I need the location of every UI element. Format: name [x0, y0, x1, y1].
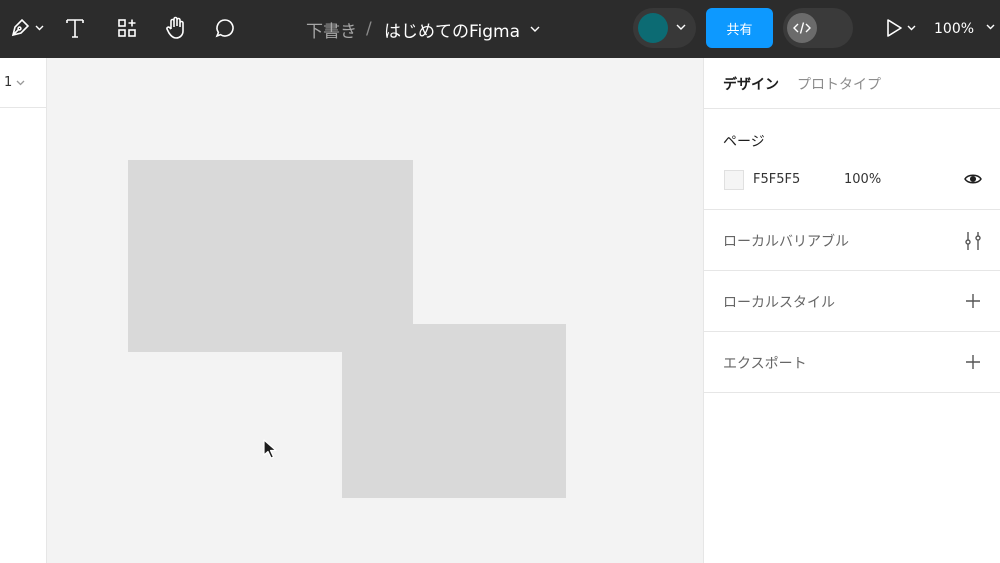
avatar[interactable]: [638, 13, 668, 43]
resources-icon: [118, 19, 136, 37]
comment-icon: [215, 19, 234, 38]
multiplayer-avatars[interactable]: [633, 8, 696, 48]
dev-mode-toggle[interactable]: [783, 8, 853, 48]
chevron-down-icon: [530, 26, 540, 32]
page-fill-hex[interactable]: F5F5F5: [753, 172, 800, 187]
breadcrumb-separator: /: [366, 19, 372, 39]
chevron-down-icon[interactable]: [986, 24, 995, 30]
plus-icon[interactable]: [964, 353, 982, 371]
tab-prototype[interactable]: プロトタイプ: [797, 74, 881, 94]
page-fill-opacity[interactable]: 100%: [844, 172, 881, 187]
local-styles-section[interactable]: ローカルスタイル: [704, 271, 1000, 332]
dev-mode-knob: [787, 13, 817, 43]
present-button[interactable]: [880, 11, 920, 45]
file-menu-button[interactable]: [530, 0, 540, 58]
page-selector[interactable]: 1: [0, 58, 46, 108]
text-tool-button[interactable]: [62, 11, 88, 45]
page-label: 1: [4, 75, 13, 90]
tab-design[interactable]: デザイン: [723, 74, 779, 94]
hand-icon: [166, 16, 184, 39]
toolbar: 下書き / はじめてのFigma 共有 100%: [0, 0, 1000, 58]
pen-icon: [11, 18, 29, 37]
plus-icon[interactable]: [964, 292, 982, 310]
resources-tool-button[interactable]: [114, 11, 140, 45]
chevron-down-icon: [16, 80, 25, 85]
hand-tool-button[interactable]: [163, 11, 189, 45]
chevron-down-icon: [676, 24, 686, 30]
share-button[interactable]: 共有: [706, 8, 773, 48]
breadcrumb-project[interactable]: 下書き: [306, 0, 357, 58]
layers-panel: 1: [0, 58, 47, 563]
comment-tool-button[interactable]: [212, 11, 238, 45]
local-styles-title: ローカルスタイル: [723, 295, 835, 311]
export-title: エクスポート: [723, 356, 807, 372]
eye-icon[interactable]: [964, 172, 982, 186]
local-variables-title: ローカルバリアブル: [723, 234, 849, 250]
chevron-down-icon: [35, 25, 43, 31]
page-section-title: ページ: [723, 134, 765, 150]
page-section: ページ F5F5F5 100%: [704, 109, 1000, 210]
rectangle-shape[interactable]: [342, 324, 566, 498]
page-fill-swatch[interactable]: [724, 170, 744, 190]
chevron-down-icon: [907, 25, 915, 31]
code-icon: [793, 22, 811, 34]
zoom-level[interactable]: 100%: [934, 0, 974, 58]
cursor-icon: [263, 439, 277, 459]
panel-tabs: デザイン プロトタイプ: [704, 58, 1000, 109]
canvas[interactable]: [47, 58, 703, 563]
local-variables-section[interactable]: ローカルバリアブル: [704, 210, 1000, 271]
pen-tool-button[interactable]: [6, 11, 46, 45]
properties-panel: デザイン プロトタイプ ページ F5F5F5 100% ローカルバリアブル ロー…: [703, 58, 1000, 563]
sliders-icon[interactable]: [964, 231, 982, 251]
play-icon: [886, 19, 902, 37]
export-section[interactable]: エクスポート: [704, 332, 1000, 393]
breadcrumb-file-name[interactable]: はじめてのFigma: [384, 0, 520, 58]
text-icon: [66, 19, 84, 38]
